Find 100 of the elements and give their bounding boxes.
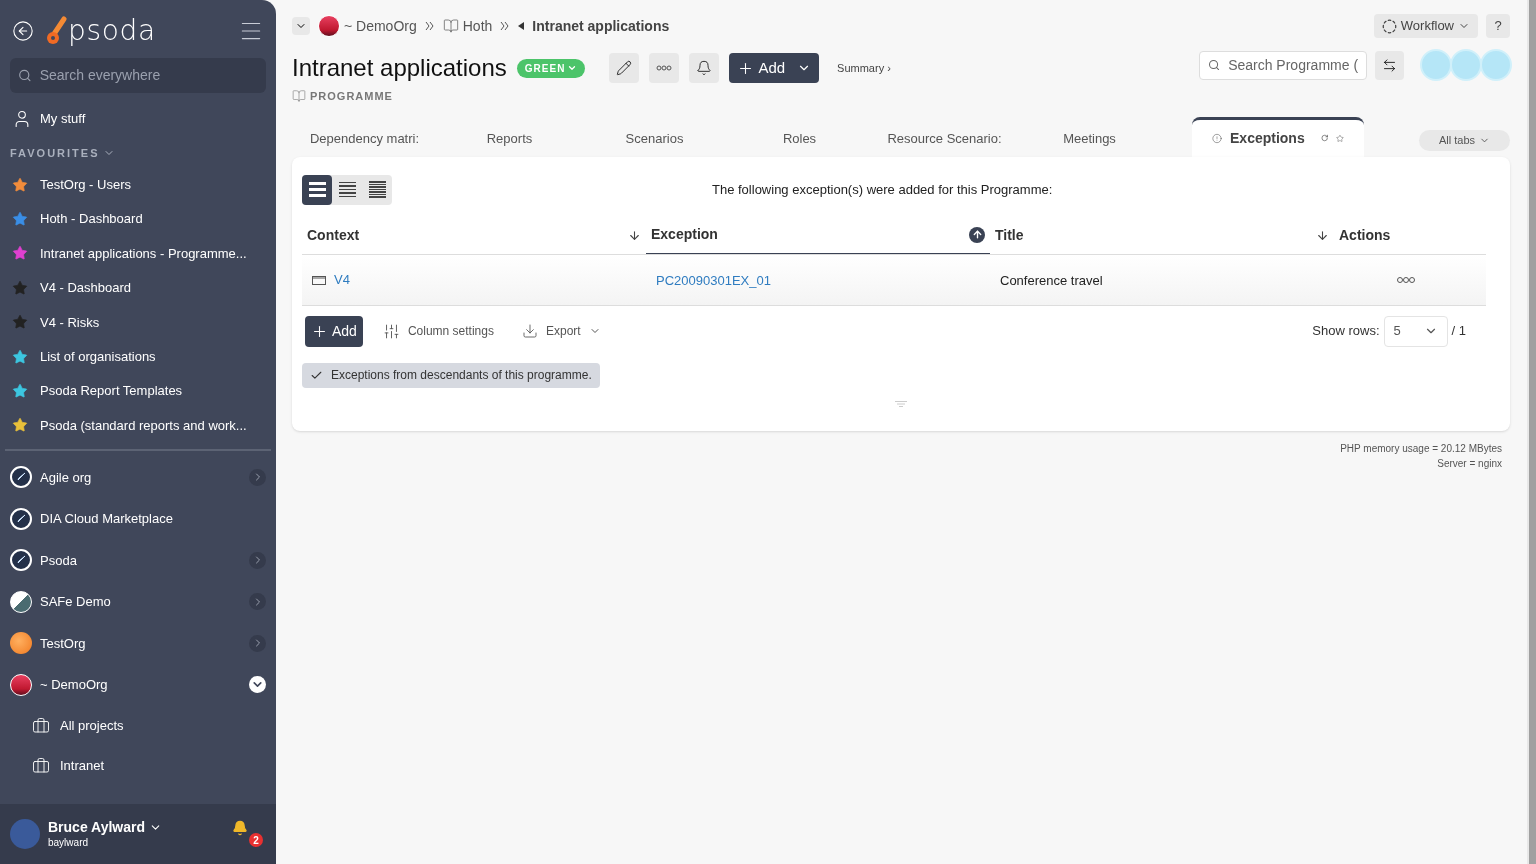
show-rows-label: Show rows: xyxy=(1312,322,1380,341)
switch-button[interactable] xyxy=(1375,50,1404,80)
briefcase-icon xyxy=(32,756,50,775)
organisation-item[interactable]: DIA Cloud Marketplace xyxy=(0,498,276,540)
tab[interactable]: Reports xyxy=(437,120,582,157)
column-header[interactable]: Actions xyxy=(1334,216,1478,254)
column-header[interactable]: Title xyxy=(990,216,1334,254)
search-input[interactable]: Search Programme ( xyxy=(1228,54,1358,76)
swap-icon xyxy=(1382,57,1397,73)
download-icon xyxy=(521,323,538,339)
favourite-item[interactable]: List of organisations xyxy=(0,339,276,374)
organisation-item[interactable]: Agile org xyxy=(0,456,276,499)
table-cell: Conference travel xyxy=(1000,272,1103,288)
dropdown-button[interactable] xyxy=(292,17,310,35)
project-item[interactable]: Intranet xyxy=(0,745,276,786)
sort-down-icon[interactable] xyxy=(1316,228,1329,242)
favourite-item[interactable]: Intranet applications - Programme... xyxy=(0,236,276,271)
more-button[interactable] xyxy=(649,53,680,83)
chevron-down-icon xyxy=(567,63,578,73)
sunset-logo-icon xyxy=(318,15,340,37)
tab[interactable]: Roles xyxy=(727,120,872,157)
organisation-item[interactable]: SAFe Demo xyxy=(0,581,276,623)
organisation-item[interactable]: ~ DemoOrg xyxy=(0,664,276,706)
page-count: / 1 xyxy=(1451,322,1466,341)
column-header[interactable]: Exception xyxy=(646,216,990,254)
favourite-item[interactable]: Psoda (standard reports and work... xyxy=(0,408,276,443)
book-icon xyxy=(292,89,306,104)
search-input[interactable]: Search everywhere xyxy=(39,65,258,86)
bell-icon xyxy=(696,60,713,76)
username: baylward xyxy=(48,836,90,849)
favourite-item[interactable]: Psoda Report Templates xyxy=(0,373,276,409)
all-tabs-button[interactable]: All tabs xyxy=(1418,129,1510,151)
chevron-down-icon[interactable] xyxy=(249,676,266,694)
favourite-item[interactable]: TestOrg - Users xyxy=(0,167,276,202)
bell-button[interactable] xyxy=(689,53,720,83)
tab[interactable]: Exceptions xyxy=(1192,116,1364,157)
stripes-logo-icon xyxy=(10,590,32,613)
organisation-item[interactable]: Psoda xyxy=(0,539,276,582)
sidebar-item[interactable]: My stuff xyxy=(0,109,276,129)
organisation-item[interactable]: TestOrg xyxy=(0,622,276,665)
sliders-icon xyxy=(382,322,400,340)
server-info: Server = nginx xyxy=(1437,456,1502,471)
intro-text: The following exception(s) were added for this Programme: xyxy=(712,180,1053,199)
server-info: PHP memory usage = 20.12 MBytes xyxy=(1340,441,1502,456)
back-icon[interactable] xyxy=(12,20,34,42)
cycle-icon xyxy=(1381,18,1397,34)
filter-chip[interactable]: Exceptions from descendants of this programme. xyxy=(302,362,600,388)
search-field[interactable]: Search everywhere xyxy=(10,58,266,93)
book-icon xyxy=(442,18,459,34)
favourite-item[interactable]: Hoth - Dashboard xyxy=(0,201,276,237)
density-toggle[interactable] xyxy=(302,174,332,205)
breadcrumb-link[interactable]: Hoth xyxy=(462,15,493,37)
search-icon xyxy=(18,68,32,83)
breadcrumb-current: Intranet applications xyxy=(532,16,670,36)
page-title: Intranet applications xyxy=(292,53,507,83)
scrollbar[interactable] xyxy=(1527,0,1536,864)
edit-button[interactable] xyxy=(609,53,640,83)
pencil-icon xyxy=(616,60,633,76)
table-link[interactable]: PC20090301EX_01 xyxy=(656,272,771,288)
workflow-button[interactable]: Workflow xyxy=(1373,14,1478,38)
favourite-item[interactable]: V4 - Risks xyxy=(0,305,276,340)
rows-select[interactable]: 5 xyxy=(1383,315,1448,347)
caret-left-icon xyxy=(518,22,525,30)
help-button[interactable]: ? xyxy=(1486,14,1510,38)
notification-badge: 2 xyxy=(249,833,263,847)
rocket-logo-icon xyxy=(10,507,32,530)
add-button[interactable]: Add xyxy=(729,53,820,83)
bell-icon[interactable] xyxy=(232,820,248,836)
project-item[interactable]: All projects xyxy=(0,705,276,746)
more-icon[interactable] xyxy=(1396,275,1416,284)
more-icon xyxy=(656,65,673,71)
sphere-logo-icon xyxy=(10,632,32,655)
double-chevron-icon xyxy=(500,22,511,30)
add-button[interactable]: Add xyxy=(305,315,363,347)
tab[interactable]: Dependency matri: xyxy=(292,120,437,157)
sort-up-icon[interactable] xyxy=(969,226,985,243)
tab[interactable]: Meetings xyxy=(1017,120,1162,157)
type-label: PROGRAMME xyxy=(310,89,393,104)
briefcase-icon xyxy=(32,716,50,735)
sunset-logo-icon xyxy=(10,673,32,696)
search-field[interactable]: Search Programme ( xyxy=(1199,50,1367,80)
sort-down-icon[interactable] xyxy=(628,228,641,242)
logo-mark-icon xyxy=(46,16,68,46)
user-name[interactable]: Bruce Aylward xyxy=(48,819,145,837)
tab[interactable]: Resource Scenario: xyxy=(872,120,1017,157)
tab[interactable]: Scenarios xyxy=(582,120,727,157)
favourite-item[interactable]: V4 - Dashboard xyxy=(0,270,276,306)
logo-text: psoda xyxy=(68,17,156,45)
export-button[interactable]: Export xyxy=(521,322,601,340)
breadcrumb-link[interactable]: ~ DemoOrg xyxy=(344,15,417,37)
resize-handle-icon[interactable] xyxy=(895,400,907,407)
folder-icon xyxy=(312,274,326,285)
search-icon xyxy=(1208,58,1221,72)
table-link[interactable]: V4 xyxy=(334,269,350,290)
summary-link[interactable]: Summary › xyxy=(837,59,891,77)
section-heading: FAVOURITES xyxy=(10,146,100,161)
column-header[interactable]: Context xyxy=(302,216,646,254)
double-chevron-icon xyxy=(424,22,435,30)
rocket-logo-icon xyxy=(10,549,32,572)
column-settings-button[interactable]: Column settings xyxy=(382,322,494,340)
